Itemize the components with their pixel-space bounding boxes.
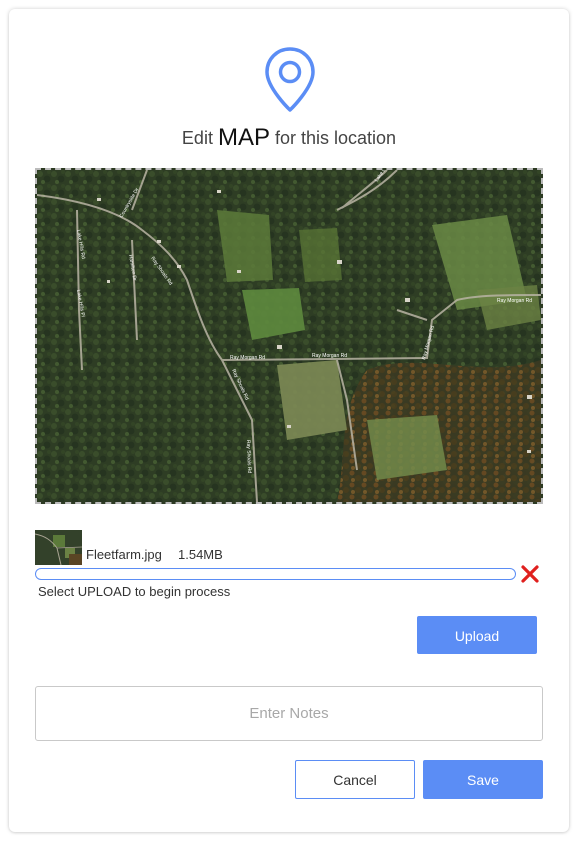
file-thumbnail bbox=[35, 530, 82, 565]
title-emphasis: MAP bbox=[217, 124, 270, 151]
file-name: Fleetfarm.jpg bbox=[86, 547, 162, 562]
svg-text:Ray Morgan Rd: Ray Morgan Rd bbox=[497, 298, 532, 304]
svg-text:Ray Morgan Rd: Ray Morgan Rd bbox=[312, 353, 347, 359]
page-title: Edit MAP for this location bbox=[0, 124, 578, 152]
title-suffix: for this location bbox=[275, 128, 397, 148]
cancel-button[interactable]: Cancel bbox=[295, 760, 415, 799]
satellite-map-image: Countryside Dr Lake Hills Rd Hamilton Dr… bbox=[37, 170, 541, 502]
notes-input[interactable] bbox=[35, 686, 543, 741]
close-x-icon[interactable] bbox=[519, 563, 541, 585]
file-size: 1.54MB bbox=[178, 547, 223, 562]
upload-button[interactable]: Upload bbox=[417, 616, 537, 654]
map-preview[interactable]: Countryside Dr Lake Hills Rd Hamilton Dr… bbox=[35, 168, 543, 504]
upload-status-text: Select UPLOAD to begin process bbox=[38, 584, 231, 599]
svg-text:Ray Shoals Rd: Ray Shoals Rd bbox=[245, 440, 252, 474]
save-button[interactable]: Save bbox=[423, 760, 543, 799]
location-pin-icon bbox=[265, 47, 315, 112]
svg-text:Ray Morgan Rd: Ray Morgan Rd bbox=[230, 355, 265, 361]
title-prefix: Edit bbox=[181, 128, 213, 148]
upload-progress-bar bbox=[35, 568, 516, 580]
